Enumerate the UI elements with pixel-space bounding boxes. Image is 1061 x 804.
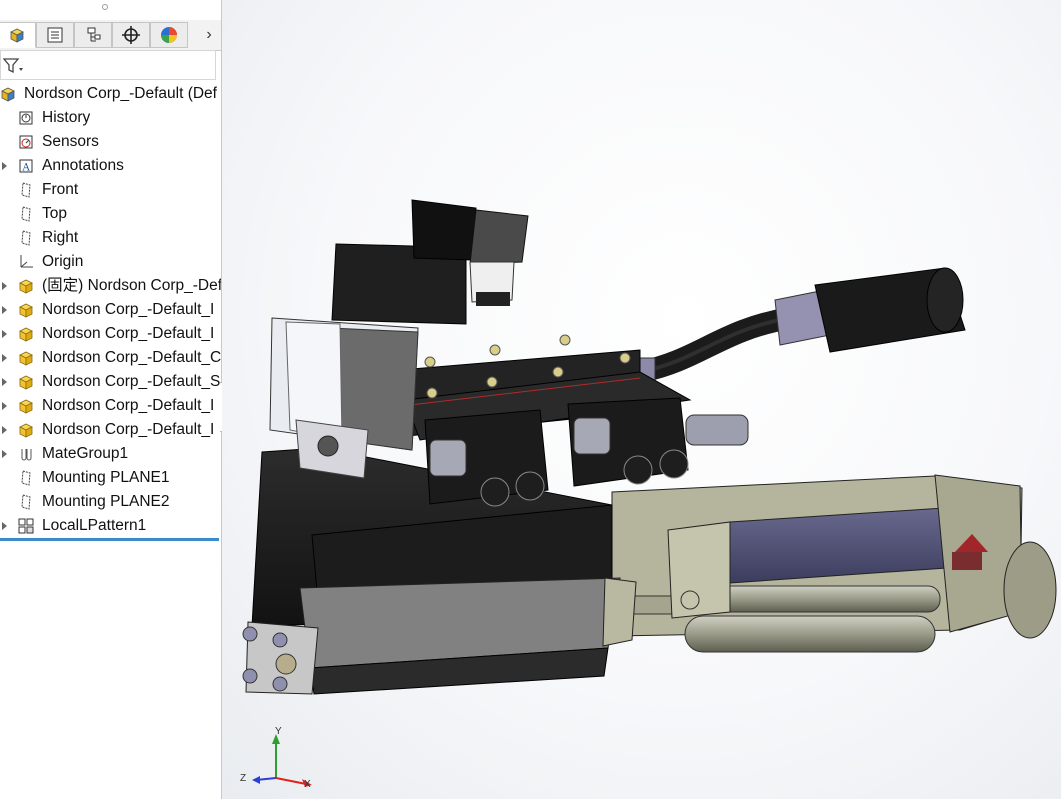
expand-arrow-icon[interactable]	[2, 354, 7, 362]
pattern-icon	[18, 518, 34, 534]
tree-item-label: Nordson Corp_-Default_C	[42, 349, 222, 366]
tree-item[interactable]: LocalLPattern1	[0, 514, 221, 538]
selection-indicator	[0, 538, 219, 541]
tree-item[interactable]: Right	[0, 226, 221, 250]
tree-item[interactable]: Nordson Corp_-Default_I	[0, 418, 221, 442]
tab-display-manager[interactable]	[150, 22, 188, 48]
tree-item-label: (固定) Nordson Corp_-Def	[42, 277, 222, 294]
tree-item-label: Front	[42, 181, 79, 198]
plane-icon	[21, 182, 31, 198]
part-icon	[19, 351, 33, 366]
featuremanager-icon	[10, 28, 24, 43]
history-icon	[19, 111, 33, 125]
expand-arrow-icon[interactable]	[2, 162, 7, 170]
axis-label-x: X	[304, 779, 311, 790]
tree-item[interactable]: Mounting PLANE2	[0, 490, 221, 514]
configurationmanager-icon	[87, 27, 101, 42]
part-icon	[19, 423, 33, 438]
part-icon	[19, 327, 33, 342]
tree-item[interactable]: History	[0, 106, 221, 130]
plane-icon	[21, 470, 31, 486]
tree-item[interactable]: Nordson Corp_-Default_I	[0, 298, 221, 322]
graphics-area[interactable]: Y X Z	[222, 0, 1061, 799]
tree-item-label: Nordson Corp_-Default (Def	[24, 85, 217, 102]
tree-item-label: History	[42, 109, 91, 126]
tree-item-label: Nordson Corp_-Default_I	[42, 397, 215, 414]
axis-label-y: Y	[275, 726, 282, 737]
tree-item-label: Nordson Corp_-Default_I	[42, 325, 215, 342]
tree-item-label: Top	[42, 205, 67, 222]
sensors-icon	[19, 135, 33, 149]
plane-icon	[21, 494, 31, 510]
tree-item-label: Nordson Corp_-Default_I	[42, 301, 215, 318]
tree-item[interactable]: A Annotations	[0, 154, 221, 178]
origin-icon	[20, 255, 33, 268]
tree-item-label: Nordson Corp_-Default_S	[42, 373, 221, 390]
tree-item[interactable]: Top	[0, 202, 221, 226]
tree-item-label: Mounting PLANE2	[42, 493, 170, 510]
propertymanager-icon	[47, 27, 63, 43]
plane-icon	[21, 230, 31, 246]
tree-item[interactable]: MateGroup1	[0, 442, 221, 466]
chevron-right-icon[interactable]: ›	[199, 22, 219, 48]
mates-icon	[21, 449, 32, 461]
tree-item-label: Origin	[42, 253, 84, 270]
annotations-icon: A	[19, 159, 33, 174]
expand-arrow-icon[interactable]	[2, 402, 7, 410]
tree-item[interactable]: Front	[0, 178, 221, 202]
expand-arrow-icon[interactable]	[2, 282, 7, 290]
tree-item[interactable]: Mounting PLANE1	[0, 466, 221, 490]
expand-arrow-icon[interactable]	[2, 426, 7, 434]
plane-icon	[21, 206, 31, 222]
tree-item[interactable]: Nordson Corp_-Default_S	[0, 370, 221, 394]
tab-featuremanager[interactable]	[0, 22, 36, 48]
panel-grip[interactable]	[102, 4, 108, 10]
dimxpert-icon	[122, 26, 140, 44]
part-icon	[19, 303, 33, 318]
part-icon	[19, 399, 33, 414]
expand-arrow-icon[interactable]	[2, 450, 7, 458]
tree-item-label: Sensors	[42, 133, 99, 150]
tree-item[interactable]: Nordson Corp_-Default_C	[0, 346, 221, 370]
svg-text:A: A	[22, 163, 31, 174]
tab-dimxpert[interactable]	[112, 22, 150, 48]
tab-configurationmanager[interactable]	[74, 22, 112, 48]
tree-item-label: LocalLPattern1	[42, 517, 147, 534]
axis-label-z: Z	[240, 773, 247, 784]
assembly-model[interactable]	[222, 0, 1061, 799]
tree-item-label: Annotations	[42, 157, 124, 174]
expand-arrow-icon[interactable]	[2, 330, 7, 338]
manager-tab-bar: ›	[0, 20, 221, 51]
feature-manager-panel: › Nordson Corp_-Default (Def History Senso…	[0, 0, 222, 799]
tree-item-label: Nordson Corp_-Default_I	[42, 421, 215, 438]
tree-item[interactable]: Nordson Corp_-Default_I	[0, 394, 221, 418]
tree-filter-bar[interactable]	[0, 50, 216, 80]
part-icon	[19, 375, 33, 390]
tree-item[interactable]: Nordson Corp_-Default_I	[0, 322, 221, 346]
tree-item-label: Mounting PLANE1	[42, 469, 170, 486]
assembly-icon	[1, 87, 15, 102]
tab-propertymanager[interactable]	[36, 22, 74, 48]
tree-item[interactable]: Nordson Corp_-Default (Def	[0, 82, 221, 106]
expand-arrow-icon[interactable]	[2, 306, 7, 314]
tree-item[interactable]: (固定) Nordson Corp_-Def	[0, 274, 221, 298]
part-icon	[19, 279, 33, 294]
expand-arrow-icon[interactable]	[2, 378, 7, 386]
tree-item-label: Right	[42, 229, 79, 246]
expand-arrow-icon[interactable]	[2, 522, 7, 530]
tree-item-label: MateGroup1	[42, 445, 129, 462]
tree-item[interactable]: Sensors	[0, 130, 221, 154]
filter-icon[interactable]	[3, 58, 23, 74]
display-manager-icon	[161, 27, 177, 43]
tree-item[interactable]: Origin	[0, 250, 221, 274]
